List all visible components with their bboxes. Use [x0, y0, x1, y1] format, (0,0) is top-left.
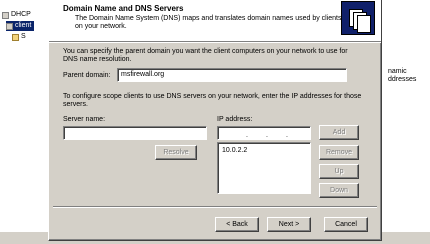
server-name-input[interactable] — [63, 126, 207, 140]
console-tree: DHCP client S — [0, 0, 49, 244]
dhcp-icon — [2, 11, 9, 19]
folder-icon — [12, 33, 19, 41]
list-item[interactable]: 10.0.2.2 — [222, 147, 247, 154]
intro-text: You can specify the parent domain you wa… — [63, 48, 348, 63]
remove-button[interactable]: Remove — [319, 145, 359, 160]
server-icon — [6, 22, 13, 30]
page-title: Domain Name and DNS Servers — [63, 4, 184, 13]
tree-item-label: DHCP — [11, 11, 31, 18]
config-text: To configure scope clients to use DNS se… — [63, 93, 362, 108]
page-subtitle: The Domain Name System (DNS) maps and tr… — [75, 15, 342, 30]
dns-server-list[interactable]: 10.0.2.2 — [217, 142, 311, 194]
next-button[interactable]: Next > — [267, 217, 311, 232]
tree-item-client[interactable]: client — [6, 21, 35, 31]
server-name-label: Server name: — [63, 116, 106, 123]
resolve-button[interactable]: Resolve — [155, 145, 197, 160]
details-text: ddresses — [388, 76, 417, 83]
console-details-pane: namic ddresses — [382, 0, 430, 244]
wizard-header: Domain Name and DNS Servers The Domain N… — [49, 0, 381, 42]
up-button[interactable]: Up — [319, 164, 359, 179]
add-button[interactable]: Add — [319, 125, 359, 140]
ip-address-label: IP address: — [217, 116, 253, 123]
tree-item-label: S — [21, 33, 26, 40]
back-button[interactable]: < Back — [215, 217, 259, 232]
parent-domain-label: Parent domain: — [63, 72, 111, 79]
wizard-logo-icon — [341, 1, 375, 35]
parent-domain-input[interactable]: msfirewall.org — [117, 68, 347, 82]
tree-item-label: client — [15, 22, 32, 29]
new-scope-wizard-dialog: Domain Name and DNS Servers The Domain N… — [48, 0, 382, 241]
tree-item-scope[interactable]: S — [12, 32, 26, 42]
ip-address-input[interactable]: . . . — [217, 126, 311, 140]
tree-item-dhcp[interactable]: DHCP — [2, 10, 31, 20]
down-button[interactable]: Down — [319, 183, 359, 198]
details-text: namic — [388, 68, 407, 75]
cancel-button[interactable]: Cancel — [324, 217, 368, 232]
